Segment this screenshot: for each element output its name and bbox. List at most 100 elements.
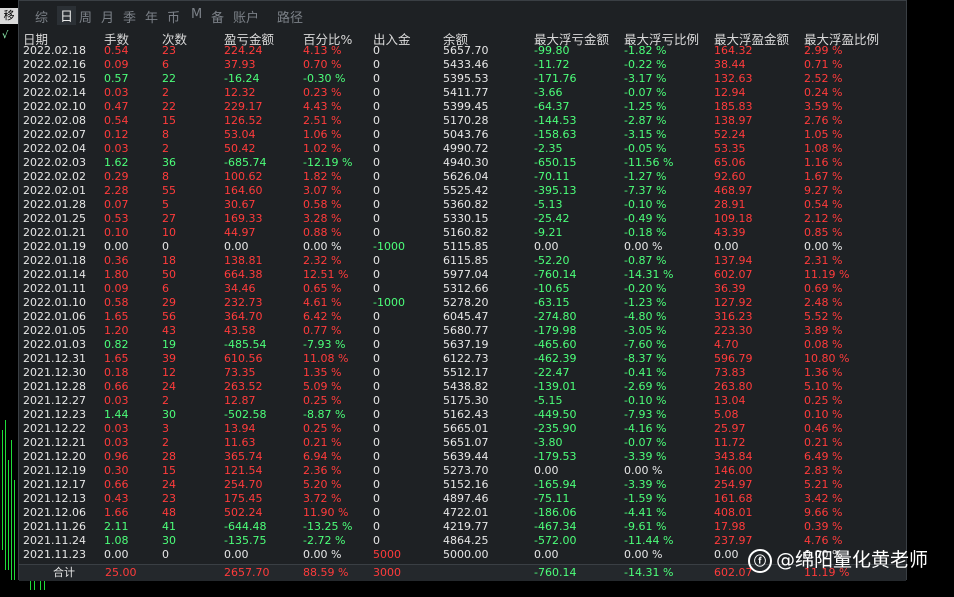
table-cell: 0.25 % [303,394,342,407]
table-cell: 18 [162,254,176,267]
table-cell: 9.66 % [804,506,843,519]
tab-1[interactable]: 日 [57,6,77,25]
total-lots: 25.00 [105,566,137,579]
tab-4[interactable]: 季 [123,7,136,26]
table-cell: 13.04 [714,394,746,407]
table-row: 2022.01.28 0.07 5 30.67 0.58 % 0 5360.82 -5.13 -… [19,198,906,212]
table-cell: -3.66 [534,86,563,99]
table-cell: -4.41 % [624,506,667,519]
tab-8[interactable]: 备 [211,7,224,26]
table-cell: 1.35 % [303,366,342,379]
table-row: 2021.12.17 0.66 24 254.70 5.20 % 0 5152.16 -165… [19,478,906,492]
table-cell: -63.15 [534,296,570,309]
table-cell: -5.15 [534,394,563,407]
tab-10[interactable]: 路径 [277,7,303,26]
table-cell: 5433.46 [443,58,489,71]
table-cell: 0 [373,478,380,491]
table-cell: -0.10 % [624,198,667,211]
table-cell: 5411.77 [443,86,489,99]
tab-5[interactable]: 年 [145,7,158,26]
tab-2[interactable]: 周 [79,7,92,26]
table-row: 2021.12.21 0.03 2 11.63 0.21 % 0 5651.07 -3.80 -… [19,436,906,450]
table-row: 2021.12.30 0.18 12 73.35 1.35 % 0 5512.17 -22.4… [19,366,906,380]
table-row: 2021.12.27 0.03 2 12.87 0.25 % 0 5175.30 -5.15 -… [19,394,906,408]
table-cell: -11.56 % [624,156,674,169]
table-cell: 2021.12.21 [23,436,86,449]
table-cell: -99.80 [534,44,570,57]
table-cell: -502.58 [224,408,267,421]
table-cell: 43 [162,324,176,337]
table-cell: -25.42 [534,212,570,225]
table-cell: 232.73 [224,296,263,309]
table-row: 2021.12.06 1.66 48 502.24 11.90 % 0 4722.01 -18… [19,506,906,520]
table-cell: -9.21 [534,226,563,239]
table-cell: 0.00 [534,548,559,561]
table-row: 2022.01.14 1.80 50 664.38 12.51 % 0 5977.04 -76… [19,268,906,282]
table-cell: 6122.73 [443,352,489,365]
table-cell: 4990.72 [443,142,489,155]
table-cell: 316.23 [714,310,753,323]
table-cell: 0.88 % [303,226,342,239]
table-cell: 11.72 [714,436,746,449]
table-cell: 146.00 [714,464,753,477]
table-cell: -760.14 [534,268,577,281]
table-cell: 2.11 [104,520,129,533]
table-cell: 502.24 [224,506,263,519]
table-cell: 5162.43 [443,408,489,421]
table-cell: 1.44 [104,408,129,421]
table-cell: 2021.11.26 [23,520,86,533]
table-row: 2022.02.08 0.54 15 126.52 2.51 % 0 5170.28 -144… [19,114,906,128]
table-cell: 8 [162,170,169,183]
table-cell: 0 [373,408,380,421]
table-cell: 0 [373,212,380,225]
table-cell: 2.12 % [804,212,843,225]
table-cell: 223.30 [714,324,753,337]
table-cell: 0 [162,240,169,253]
checkmark-icon: √ [2,30,9,41]
table-cell: 0.77 % [303,324,342,337]
table-cell: 53.35 [714,142,746,155]
table-row: 2022.02.04 0.03 2 50.42 1.02 % 0 4990.72 -2.35 -… [19,142,906,156]
tab-7[interactable]: M [191,7,202,22]
tab-9[interactable]: 账户 [233,7,259,26]
table-cell: 100.62 [224,170,263,183]
table-cell: 364.70 [224,310,263,323]
table-cell: 0 [373,86,380,99]
table-row: 2021.12.22 0.03 3 13.94 0.25 % 0 5665.01 -235.9… [19,422,906,436]
table-cell: 6115.85 [443,254,489,267]
chart-bar [5,420,6,570]
table-cell: 0 [373,338,380,351]
table-cell: 0.30 [104,464,129,477]
table-cell: 50 [162,268,176,281]
table-cell: -10.65 [534,282,570,295]
table-cell: 2022.02.18 [23,44,86,57]
table-cell: 12.94 [714,86,746,99]
tab-0[interactable]: 综 [35,7,48,26]
table-cell: 0.43 [104,492,129,505]
tab-3[interactable]: 月 [101,7,114,26]
table-row: 2022.01.06 1.65 56 364.70 6.42 % 0 6045.47 -274… [19,310,906,324]
table-cell: 0.96 [104,450,129,463]
table-cell: 5.09 % [303,380,342,393]
table-cell: -1000 [373,240,405,253]
table-row: 2022.01.25 0.53 27 169.33 3.28 % 0 5330.15 -25.… [19,212,906,226]
table-cell: -7.60 % [624,338,667,351]
table-cell: -685.74 [224,156,267,169]
total-pnl: 2657.70 [224,566,270,579]
corner-label[interactable]: 移 [0,8,18,24]
table-cell: 0.25 % [303,422,342,435]
table-row: 2021.12.19 0.30 15 121.54 2.36 % 0 5273.70 0.00… [19,464,906,478]
watermark-text: @绵阳量化黄老师 [776,549,929,571]
table-cell: 0.10 % [804,408,843,421]
tab-6[interactable]: 币 [167,7,180,26]
table-cell: 2021.12.22 [23,422,86,435]
chart-bar [2,430,3,550]
table-cell: 2.51 % [303,114,342,127]
table-cell: 0.00 [714,548,739,561]
table-cell: 5043.76 [443,128,489,141]
table-cell: 4.13 % [303,44,342,57]
table-row: 2022.01.19 0.00 0 0.00 0.00 % -1000 5115.85 0.0… [19,240,906,254]
table-cell: 109.18 [714,212,753,225]
table-cell: -144.53 [534,114,577,127]
chart-bar [11,440,12,580]
